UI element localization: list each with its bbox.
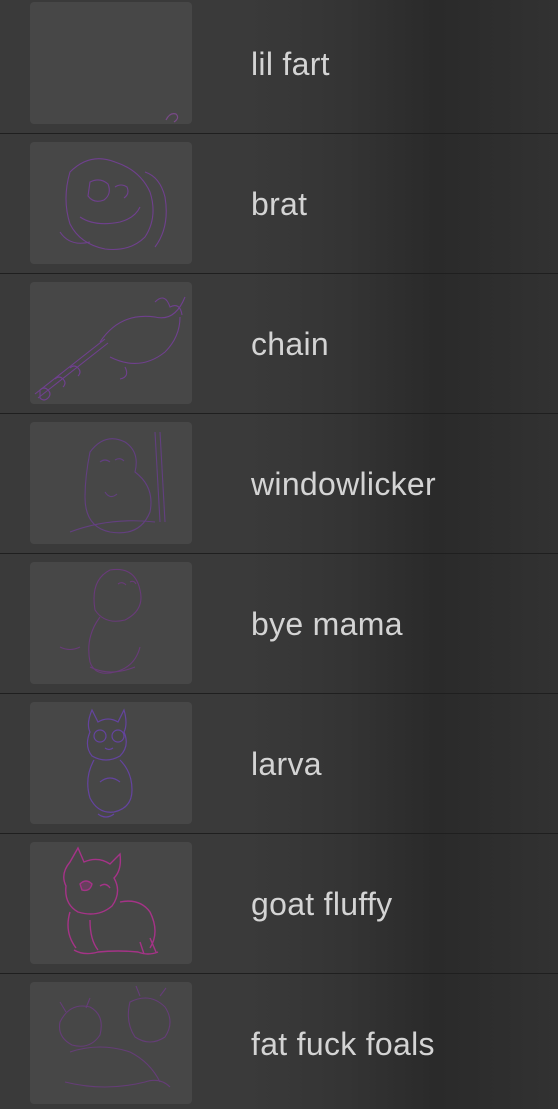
- artwork-title: chain: [251, 326, 329, 362]
- artwork-title: bye mama: [251, 606, 403, 642]
- artwork-title: fat fuck foals: [251, 1026, 435, 1062]
- list-item[interactable]: bye mama: [0, 554, 558, 693]
- list-item[interactable]: chain: [0, 274, 558, 413]
- sketch-thumbnail-icon: [63, 846, 159, 955]
- list-item[interactable]: larva: [0, 694, 558, 833]
- sketch-thumbnail-icon: [59, 158, 167, 251]
- artwork-title: larva: [251, 746, 322, 782]
- artwork-thumbnail[interactable]: [30, 982, 192, 1104]
- list-item[interactable]: lil fart: [0, 0, 558, 133]
- sketch-thumbnail-icon: [59, 568, 142, 674]
- artwork-list: lil fart brat chain windowlicker bye mam…: [0, 0, 558, 1109]
- artwork-thumbnail[interactable]: [30, 2, 192, 124]
- artwork-thumbnail[interactable]: [30, 282, 192, 404]
- empty-sketch-thumbnail-icon: [165, 113, 179, 123]
- artwork-thumbnail[interactable]: [30, 562, 192, 684]
- list-item[interactable]: fat fuck foals: [0, 974, 558, 1109]
- sketch-thumbnail-icon: [58, 985, 171, 1088]
- artwork-thumbnail[interactable]: [30, 702, 192, 824]
- artwork-thumbnail[interactable]: [30, 422, 192, 544]
- sketch-thumbnail-icon: [86, 708, 133, 818]
- artwork-title: goat fluffy: [251, 886, 393, 922]
- list-item[interactable]: windowlicker: [0, 414, 558, 553]
- artwork-title: brat: [251, 186, 308, 222]
- list-item[interactable]: brat: [0, 134, 558, 273]
- artwork-thumbnail[interactable]: [30, 842, 192, 964]
- sketch-thumbnail-icon: [34, 296, 186, 401]
- sketch-thumbnail-icon: [69, 431, 166, 534]
- artwork-title: windowlicker: [251, 466, 436, 502]
- artwork-thumbnail[interactable]: [30, 142, 192, 264]
- list-item[interactable]: goat fluffy: [0, 834, 558, 973]
- artwork-title: lil fart: [251, 46, 330, 82]
